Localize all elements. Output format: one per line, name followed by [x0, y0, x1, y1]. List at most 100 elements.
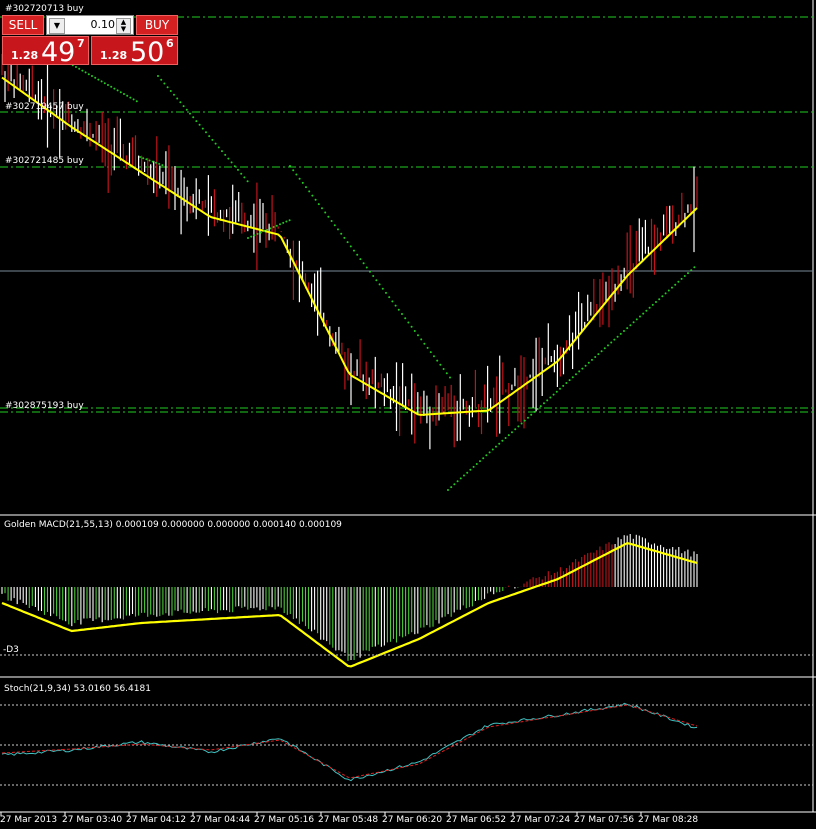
sar-dot: [263, 230, 265, 233]
sar-dot: [227, 157, 230, 160]
sar-dot: [208, 135, 211, 138]
sar-dot: [78, 67, 81, 70]
sar-dot: [132, 98, 135, 101]
sar-dot: [173, 93, 175, 96]
sar-dot: [169, 90, 172, 92]
sar-dot: [192, 116, 195, 119]
buy-price-box[interactable]: 1.28 50 6: [91, 36, 178, 68]
sar-dot: [530, 413, 533, 416]
sar-dot: [266, 228, 269, 231]
sar-dot: [298, 177, 301, 180]
macd-signal-line: [1, 542, 698, 668]
sar-dot: [655, 301, 657, 303]
sar-dot: [527, 416, 529, 419]
sar-dot: [607, 344, 609, 347]
sar-dot: [674, 283, 677, 286]
sar-dot: [619, 332, 622, 335]
sar-dot: [282, 221, 285, 224]
sar-dot: [671, 286, 673, 289]
sar-dot: [221, 150, 223, 153]
order-label-1[interactable]: #302720713 buy: [5, 4, 84, 14]
spinner-arrows-icon[interactable]: ▲ ▼: [116, 18, 131, 34]
sar-dot: [324, 211, 327, 214]
sar-dot: [397, 308, 400, 311]
sar-dot: [94, 76, 97, 79]
sar-dot: [233, 165, 236, 168]
stoch-main-line: [1, 702, 698, 782]
sar-dot: [314, 198, 317, 201]
sell-button[interactable]: SELL: [2, 15, 44, 35]
sar-dot: [189, 112, 191, 115]
sar-dot: [272, 226, 275, 228]
time-label-4: 27 Mar 04:44: [190, 815, 251, 825]
sar-dot: [417, 334, 419, 337]
sar-dot: [683, 275, 686, 277]
sar-dot: [578, 370, 581, 373]
sar-dot: [423, 342, 426, 345]
one-click-trading-panel: SELL ▼ 0.10 ▲ ▼ BUY 1.28 49 7 1.28 50 6: [2, 15, 178, 68]
sar-dot: [217, 146, 220, 149]
sar-dot: [256, 232, 259, 235]
sar-dot: [555, 390, 558, 393]
sar-dot: [369, 270, 371, 273]
sar-dot: [456, 480, 459, 483]
sar-dot: [442, 368, 445, 370]
sar-dot: [356, 253, 359, 256]
time-label-6: 27 Mar 05:48: [318, 815, 379, 825]
sar-dot: [129, 96, 132, 99]
sar-dot: [533, 410, 536, 413]
sar-dot: [632, 321, 635, 324]
sar-dot: [103, 82, 106, 85]
sar-dot: [562, 384, 565, 387]
sar-dot: [211, 138, 214, 141]
sar-dot: [610, 341, 613, 344]
time-label-9: 27 Mar 07:24: [510, 815, 571, 825]
sar-dot: [616, 335, 619, 338]
sar-dot: [275, 224, 278, 227]
chart-canvas[interactable]: [0, 0, 816, 829]
sar-dot: [523, 419, 526, 422]
sar-dot: [401, 313, 403, 315]
sar-dot: [536, 408, 539, 410]
sar-dot: [549, 396, 552, 399]
time-label-2: 27 Mar 03:40: [62, 815, 123, 825]
time-label-7: 27 Mar 06:20: [382, 815, 443, 825]
sar-dot: [453, 483, 456, 486]
sar-dot: [145, 158, 148, 161]
order-label-4[interactable]: #302875193 buy: [5, 401, 84, 411]
buy-button[interactable]: BUY: [136, 15, 178, 35]
sar-dot: [381, 287, 384, 290]
sar-dot: [603, 347, 606, 350]
sar-dot: [81, 69, 84, 72]
sar-dot: [176, 97, 179, 100]
sar-dot: [639, 315, 641, 318]
sar-dot: [163, 82, 166, 85]
order-label-2[interactable]: #302719457 buy: [5, 102, 84, 112]
sar-dot: [568, 379, 571, 382]
sar-dot: [404, 317, 407, 320]
sar-dot: [600, 350, 603, 353]
sar-dot: [407, 321, 410, 324]
sar-dot: [337, 228, 339, 231]
sar-dot: [594, 356, 597, 358]
sar-dot: [343, 236, 346, 239]
sar-dot: [498, 442, 501, 445]
lot-size-input[interactable]: ▼ 0.10 ▲ ▼: [46, 15, 134, 35]
sar-dot: [185, 108, 188, 111]
sar-dot: [288, 219, 291, 222]
sar-dot: [543, 402, 545, 405]
stoch-indicator-label: Stoch(21,9,34) 53.0160 56.4181: [4, 684, 151, 694]
sar-dot: [285, 220, 288, 223]
time-label-11: 27 Mar 08:28: [638, 815, 699, 825]
sar-dot: [240, 172, 243, 175]
sar-dot: [587, 361, 590, 364]
sar-dot: [253, 234, 256, 237]
sell-price-box[interactable]: 1.28 49 7: [2, 36, 89, 68]
chevron-down-icon[interactable]: ▼: [49, 18, 65, 34]
order-label-3[interactable]: #302721485 buy: [5, 156, 84, 166]
sar-dot: [501, 439, 504, 442]
sar-dot: [394, 304, 397, 307]
sar-dot: [597, 353, 600, 356]
sar-dot: [635, 318, 638, 321]
sar-dot: [565, 382, 568, 384]
